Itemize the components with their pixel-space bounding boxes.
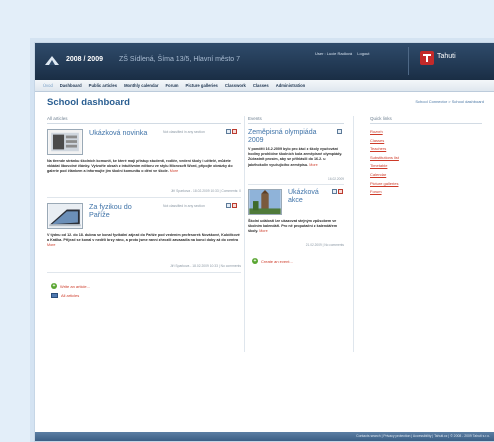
- event-body: V pondělí 16.2.2009 bylo pro žáci z škol…: [248, 147, 344, 168]
- events-heading: Events: [248, 116, 262, 121]
- create-event-link[interactable]: + Create an event...: [252, 258, 293, 264]
- logout-link[interactable]: Logout: [357, 51, 369, 56]
- edit-icon[interactable]: [332, 189, 337, 194]
- column-divider: [244, 116, 245, 352]
- list-icon: [51, 293, 58, 298]
- article-section: Not classified in any section: [163, 130, 205, 134]
- tahuti-logo-icon: [420, 51, 434, 65]
- quick-link-picture-galleries[interactable]: Picture galleries: [370, 180, 399, 189]
- event-tools: [332, 189, 343, 194]
- all-articles-label[interactable]: All articles: [61, 293, 79, 298]
- event-date: 21.02.2009 | No comments: [305, 243, 344, 247]
- school-year[interactable]: 2008 / 2009: [66, 56, 103, 63]
- more-link[interactable]: More: [259, 229, 267, 233]
- site-header: 2008 / 2009 ZŠ Sídlená, Šíma 13/5, Hlavn…: [35, 43, 494, 80]
- event-title[interactable]: Zeměpisná olympiáda 2009: [248, 129, 332, 145]
- browser-page: 2008 / 2009 ZŠ Sídlená, Šíma 13/5, Hlavn…: [34, 42, 494, 442]
- edit-icon[interactable]: [226, 129, 231, 134]
- nav-item-classes[interactable]: Classes: [253, 83, 269, 88]
- nav-item-dashboard[interactable]: Dashboard: [60, 83, 82, 88]
- nav-item-forum[interactable]: Forum: [166, 83, 179, 88]
- articles-heading: All articles: [47, 116, 68, 121]
- brand-name[interactable]: Tahuti: [437, 53, 456, 60]
- quick-link-timetable[interactable]: Timetable: [370, 162, 399, 171]
- article-thumbnail[interactable]: [47, 129, 83, 155]
- edit-icon[interactable]: [337, 129, 342, 134]
- nav-item-monthly-calendar[interactable]: Monthly calendar: [124, 83, 158, 88]
- article-text: Na tirende stránku školních komunit, ke …: [47, 159, 233, 174]
- quick-links-list: Rozvrh Classes Teachers Substitutions li…: [370, 128, 399, 197]
- more-link[interactable]: More: [309, 163, 317, 167]
- quick-link-forum[interactable]: Forum: [370, 188, 399, 197]
- quick-links-heading: Quick links: [370, 116, 392, 121]
- article-title[interactable]: Ukázková novinka: [89, 129, 149, 137]
- quick-links-heading-rule: [370, 123, 482, 124]
- article-tools: [226, 203, 237, 208]
- article-divider: [47, 272, 241, 273]
- events-heading-rule: [248, 123, 344, 124]
- article-body: Na tirende stránku školních komunit, ke …: [47, 159, 241, 175]
- delete-icon[interactable]: [232, 203, 237, 208]
- write-article-label[interactable]: Write an article...: [60, 284, 90, 289]
- event-thumbnail[interactable]: [248, 189, 282, 215]
- plus-icon: +: [51, 283, 57, 289]
- breadcrumb[interactable]: School Connector > School dashboard: [415, 99, 484, 104]
- quick-link-rozvrh[interactable]: Rozvrh: [370, 128, 399, 137]
- article-section: Not classified in any section: [163, 204, 205, 208]
- quick-link-classes[interactable]: Classes: [370, 137, 399, 146]
- article-footer: Jiří Sparkova - 18.02.2009 10:33 | Comme…: [170, 189, 241, 193]
- plus-icon: +: [252, 258, 258, 264]
- quick-link-calendar[interactable]: Calendar: [370, 171, 399, 180]
- nav-item-administration[interactable]: Administration: [276, 83, 306, 88]
- page-title: School dashboard: [47, 97, 130, 108]
- delete-icon[interactable]: [338, 189, 343, 194]
- article-footer: Jiří Sparkova - 18.02.2009 10:33 | No co…: [170, 264, 241, 268]
- quick-link-substitutions[interactable]: Substitutions list: [370, 154, 399, 163]
- main-nav: Úvod Dashboard Public articles Monthly c…: [35, 80, 494, 92]
- column-divider: [353, 116, 354, 352]
- event-tools: [337, 129, 342, 134]
- article-title[interactable]: Za fyzikou do Paříže: [89, 203, 149, 219]
- all-articles-link[interactable]: All articles: [51, 293, 79, 298]
- event-date: 16.02.2009: [328, 177, 344, 181]
- more-link[interactable]: More: [47, 243, 55, 247]
- article-tools: [226, 129, 237, 134]
- write-article-link[interactable]: + Write an article...: [51, 283, 90, 289]
- nav-item-classwork[interactable]: Classwork: [225, 83, 246, 88]
- delete-icon[interactable]: [232, 129, 237, 134]
- event-text: V pondělí 16.2.2009 bylo pro žáci z škol…: [248, 147, 343, 167]
- event-body: Školní události lze ukazovat stejným způ…: [248, 219, 344, 235]
- event-title[interactable]: Ukázková akce: [288, 189, 332, 205]
- school-logo-icon: [45, 56, 59, 65]
- school-name: ZŠ Sídlená, Šíma 13/5, Hlavní město 7: [119, 56, 241, 63]
- more-link[interactable]: More: [170, 169, 178, 173]
- create-event-label[interactable]: Create an event...: [261, 259, 293, 264]
- nav-item-picture-galleries[interactable]: Picture galleries: [186, 83, 218, 88]
- article-thumbnail[interactable]: [47, 203, 83, 229]
- header-divider: [408, 47, 409, 75]
- nav-item-uvod[interactable]: Úvod: [43, 83, 53, 88]
- event-divider: [248, 184, 344, 185]
- articles-heading-rule: [47, 123, 241, 124]
- article-divider: [47, 197, 241, 198]
- nav-item-public-articles[interactable]: Public articles: [89, 83, 117, 88]
- site-footer[interactable]: Contacts search | Privacy protection | A…: [35, 432, 494, 441]
- edit-icon[interactable]: [226, 203, 231, 208]
- article-body: V týdnu od 12. do 18. dubna se konal fyz…: [47, 233, 241, 249]
- user-label[interactable]: User : Lucie Radlová: [315, 51, 352, 56]
- user-area: User : Lucie Radlová Logout: [315, 51, 374, 56]
- quick-link-teachers[interactable]: Teachers: [370, 145, 399, 154]
- article-text: V týdnu od 12. do 18. dubna se konal fyz…: [47, 233, 240, 243]
